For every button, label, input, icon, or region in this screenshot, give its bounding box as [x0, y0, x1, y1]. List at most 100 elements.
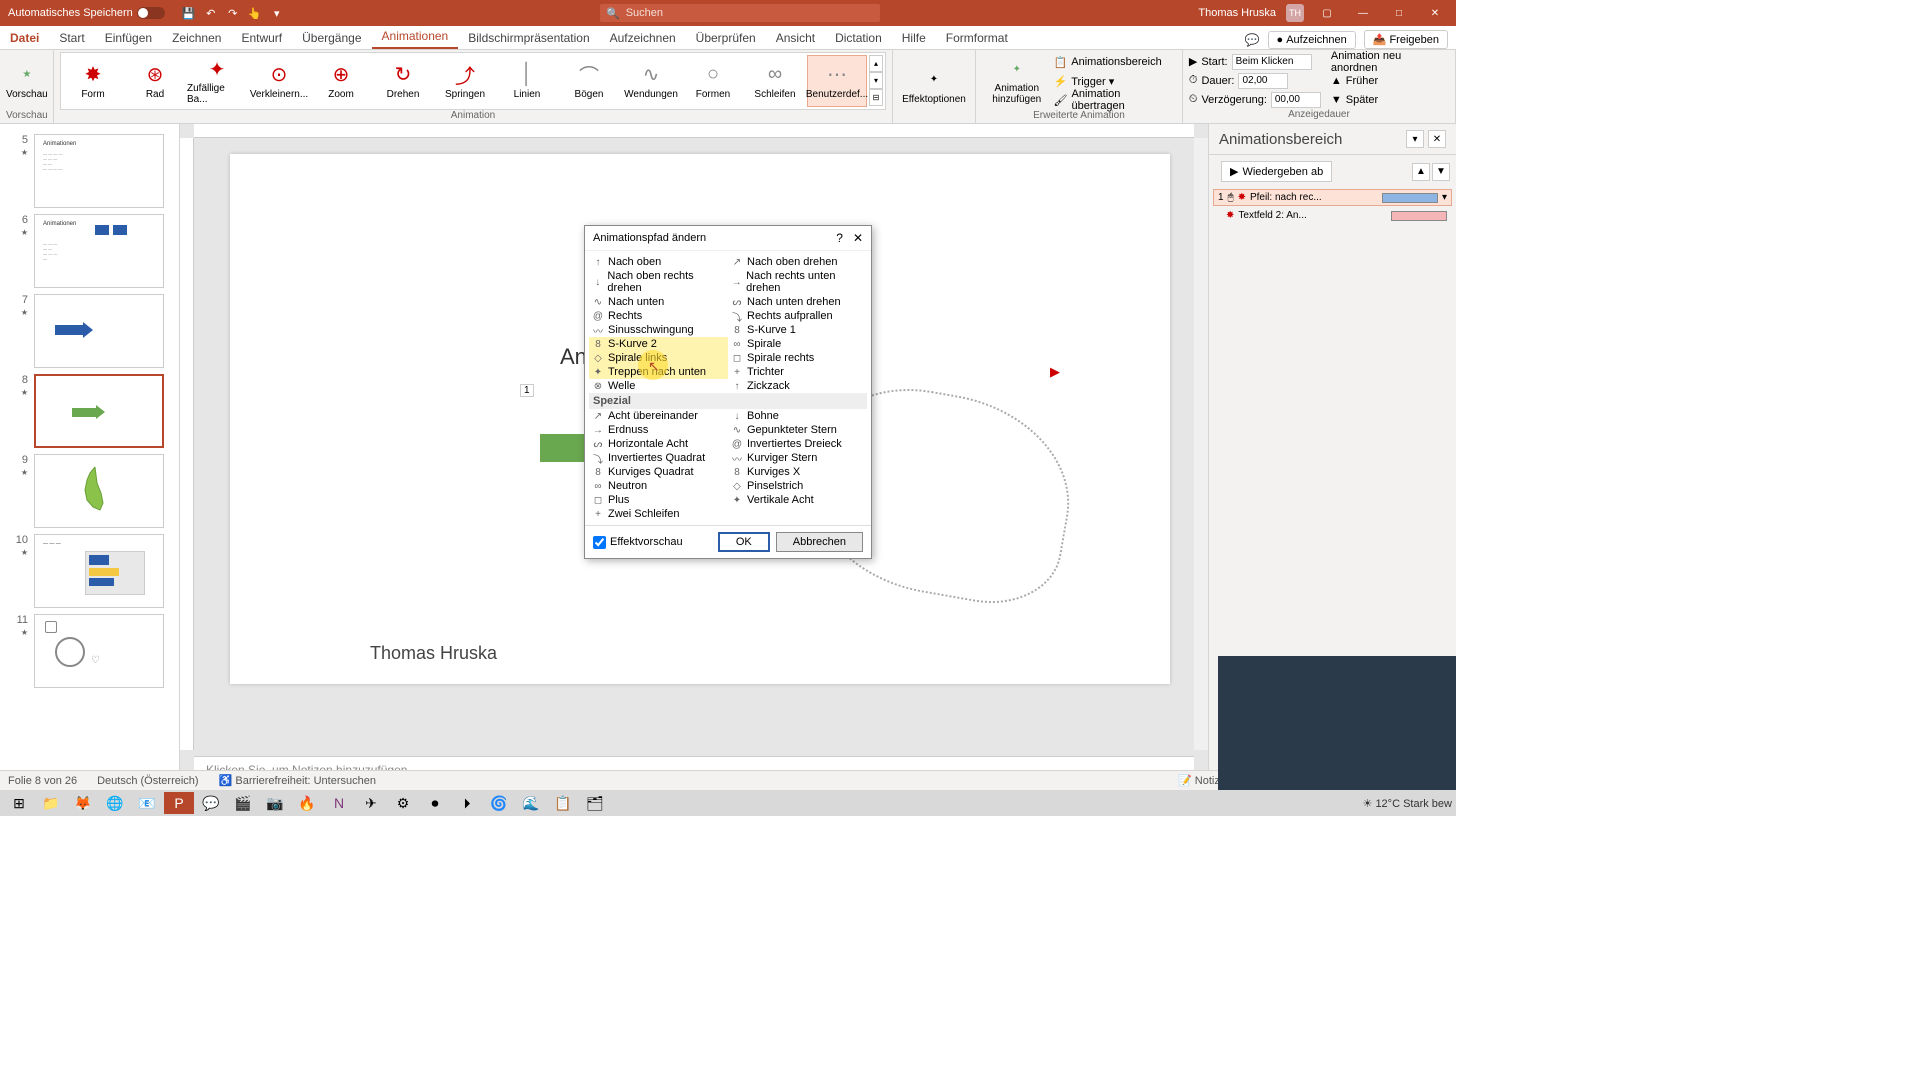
path-option[interactable]: ◇Pinselstrich — [728, 479, 867, 493]
path-option[interactable]: ↓Nach oben rechts drehen — [589, 269, 728, 295]
anim-pane-dropdown-icon[interactable]: ▾ — [1406, 130, 1424, 148]
path-option[interactable]: ⤵Invertiertes Quadrat — [589, 451, 728, 465]
undo-icon[interactable]: ↶ — [203, 5, 219, 21]
app-icon[interactable]: 💬 — [196, 792, 226, 814]
gallery-item[interactable]: ○Formen — [683, 55, 743, 107]
effect-options-button[interactable]: ✦ Effektoptionen — [899, 57, 969, 115]
path-option[interactable]: ↗Nach oben drehen — [728, 255, 867, 269]
preview-checkbox[interactable]: Effektvorschau — [593, 536, 683, 549]
slide-thumbnail[interactable]: 5★Animationen— — — —— — —— —— — — — — [14, 134, 165, 208]
app9-icon[interactable]: 📋 — [548, 792, 578, 814]
app4-icon[interactable]: 🔥 — [292, 792, 322, 814]
ribbon-options-icon[interactable]: ▢ — [1314, 3, 1340, 23]
gallery-item[interactable]: ⊕Zoom — [311, 55, 371, 107]
tab-slideshow[interactable]: Bildschirmpräsentation — [458, 27, 599, 49]
dialog-help-icon[interactable]: ? — [836, 231, 843, 245]
maximize-icon[interactable]: □ — [1386, 3, 1412, 23]
path-option[interactable]: 〰Kurviger Stern — [728, 451, 867, 465]
close-icon[interactable]: ✕ — [1422, 3, 1448, 23]
gallery-item[interactable]: ↻Drehen — [373, 55, 433, 107]
start-select[interactable] — [1232, 54, 1312, 70]
play-from-button[interactable]: ▶ Wiedergeben ab — [1221, 161, 1332, 182]
save-icon[interactable]: 💾 — [181, 5, 197, 21]
redo-icon[interactable]: ↷ — [225, 5, 241, 21]
tab-dictation[interactable]: Dictation — [825, 27, 892, 49]
gallery-item[interactable]: ⋯Benutzerdef... — [807, 55, 867, 107]
tab-record[interactable]: Aufzeichnen — [600, 27, 686, 49]
anim-list-item[interactable]: ✸Textfeld 2: An... — [1213, 207, 1452, 224]
tab-insert[interactable]: Einfügen — [95, 27, 162, 49]
telegram-icon[interactable]: ✈ — [356, 792, 386, 814]
gallery-item[interactable]: ⊙Verkleinern... — [249, 55, 309, 107]
dialog-close-icon[interactable]: ✕ — [853, 231, 863, 245]
path-option[interactable]: ↗Acht übereinander — [589, 409, 728, 423]
edge-icon[interactable]: 🌊 — [516, 792, 546, 814]
gallery-item[interactable]: ⊛Rad — [125, 55, 185, 107]
tab-start[interactable]: Start — [49, 27, 94, 49]
firefox-icon[interactable]: 🦊 — [68, 792, 98, 814]
comments-icon[interactable]: 💬 — [1245, 33, 1260, 47]
app5-icon[interactable]: ⚙ — [388, 792, 418, 814]
language-status[interactable]: Deutsch (Österreich) — [97, 775, 198, 787]
powerpoint-icon[interactable]: P — [164, 792, 194, 814]
slide-thumbnail[interactable]: 9★ — [14, 454, 165, 528]
path-option[interactable]: ◻Spirale rechts — [728, 351, 867, 365]
tab-transitions[interactable]: Übergänge — [292, 27, 371, 49]
app10-icon[interactable]: 🗂 — [580, 792, 610, 814]
gallery-item[interactable]: ✦Zufällige Ba... — [187, 55, 247, 107]
gallery-item[interactable]: │Linien — [497, 55, 557, 107]
path-option[interactable]: ↓Bohne — [728, 409, 867, 423]
chrome-icon[interactable]: 🌐 — [100, 792, 130, 814]
path-option[interactable]: →Erdnuss — [589, 423, 728, 437]
anim-pane-button[interactable]: 📋 Animationsbereich — [1054, 53, 1176, 71]
transfer-button[interactable]: 🖌 Animation übertragen — [1054, 91, 1176, 109]
slide-thumbnail[interactable]: 8★ — [14, 374, 165, 448]
outlook-icon[interactable]: 📧 — [132, 792, 162, 814]
record-button[interactable]: ● Aufzeichnen — [1268, 31, 1356, 49]
path-option[interactable]: +Trichter — [728, 365, 867, 379]
anim-pane-close-icon[interactable]: ✕ — [1428, 130, 1446, 148]
path-option[interactable]: ⤵Rechts aufprallen — [728, 309, 867, 323]
dialog-body[interactable]: ↑Nach oben↗Nach oben drehen↓Nach oben re… — [585, 251, 871, 525]
move-up-icon[interactable]: ▲ — [1412, 163, 1430, 181]
search-box[interactable]: 🔍 Suchen — [600, 4, 880, 22]
more-icon[interactable]: ▾ — [269, 5, 285, 21]
path-option[interactable]: ᔕNach unten drehen — [728, 295, 867, 309]
app7-icon[interactable]: ⏵ — [452, 792, 482, 814]
tab-file[interactable]: Datei — [0, 27, 49, 49]
path-option[interactable]: +Zwei Schleifen — [589, 507, 728, 521]
slide-thumbnail[interactable]: 11★♡ — [14, 614, 165, 688]
anim-tag[interactable]: 1 — [520, 384, 534, 397]
onenote-icon[interactable]: N — [324, 792, 354, 814]
touch-icon[interactable]: 👆 — [247, 5, 263, 21]
gallery-item[interactable]: ⤴Springen — [435, 55, 495, 107]
tab-draw[interactable]: Zeichnen — [162, 27, 231, 49]
path-option[interactable]: ✦Treppen nach unten — [589, 365, 728, 379]
slide-panel[interactable]: 5★Animationen— — — —— — —— —— — — —6★Ani… — [0, 124, 180, 790]
later-button[interactable]: ▼ Später — [1331, 91, 1449, 109]
path-option[interactable]: ✦Vertikale Acht — [728, 493, 867, 507]
path-option[interactable]: ∿Gepunkteter Stern — [728, 423, 867, 437]
tab-animations[interactable]: Animationen — [372, 25, 459, 49]
path-option[interactable]: 8S-Kurve 2 — [589, 337, 728, 351]
earlier-button[interactable]: ▲ Früher — [1331, 72, 1449, 90]
minimize-icon[interactable]: — — [1350, 3, 1376, 23]
anim-list-item[interactable]: 1🖱✸Pfeil: nach rec...▾ — [1213, 189, 1452, 206]
tab-view[interactable]: Ansicht — [766, 27, 825, 49]
path-option[interactable]: @Invertiertes Dreieck — [728, 437, 867, 451]
path-option[interactable]: 〰Sinusschwingung — [589, 323, 728, 337]
gallery-item[interactable]: ⌒Bögen — [559, 55, 619, 107]
slide-thumbnail[interactable]: 10★— — — — [14, 534, 165, 608]
path-option[interactable]: ◻Plus — [589, 493, 728, 507]
add-animation-button[interactable]: ✦ Animation hinzufügen — [982, 52, 1052, 110]
gallery-more-icon[interactable]: ⊟ — [869, 89, 883, 106]
path-option[interactable]: @Rechts — [589, 309, 728, 323]
tab-design[interactable]: Entwurf — [231, 27, 292, 49]
path-option[interactable]: ᔕHorizontale Acht — [589, 437, 728, 451]
slide-thumbnail[interactable]: 6★Animationen— — —— —— — —— — [14, 214, 165, 288]
tab-format[interactable]: Formformat — [936, 27, 1018, 49]
delay-input[interactable] — [1271, 92, 1321, 108]
app3-icon[interactable]: 📷 — [260, 792, 290, 814]
start-menu-icon[interactable]: ⊞ — [4, 792, 34, 814]
move-down-icon[interactable]: ▼ — [1432, 163, 1450, 181]
